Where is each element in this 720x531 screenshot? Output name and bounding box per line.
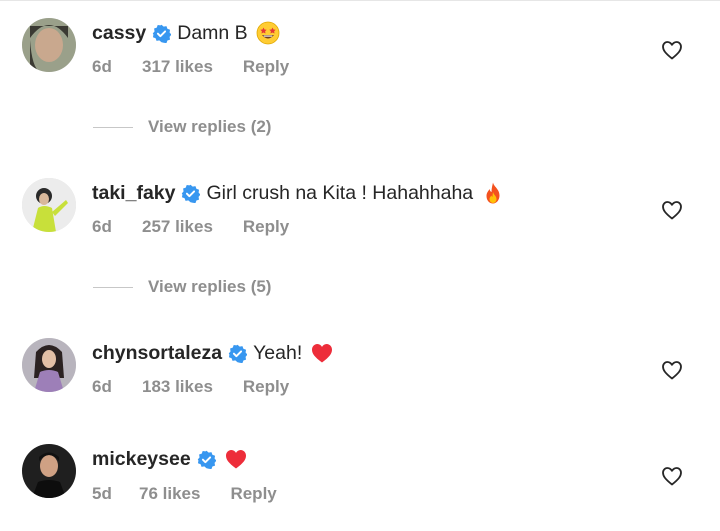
divider-line xyxy=(93,286,133,288)
like-heart-icon[interactable] xyxy=(660,358,684,382)
username[interactable]: cassy xyxy=(92,22,146,45)
fire-emoji-icon xyxy=(481,181,505,205)
view-replies-label: View replies (2) xyxy=(148,117,272,136)
reply-button[interactable]: Reply xyxy=(243,377,289,397)
comment-time: 5d xyxy=(92,484,112,503)
comment-mickeysee: mickeysee 5d 76 likes Reply xyxy=(0,428,720,508)
verified-badge-icon xyxy=(197,450,216,469)
view-replies-button[interactable]: View replies (2) xyxy=(93,117,271,137)
likes-count[interactable]: 257 likes xyxy=(142,217,213,237)
reply-button[interactable]: Reply xyxy=(230,484,276,504)
verified-badge-icon xyxy=(152,24,172,43)
red-heart-emoji-icon xyxy=(310,341,334,365)
likes-count[interactable]: 183 likes xyxy=(142,377,213,397)
comment-cassy: cassy Damn B 6d 317 likes Reply xyxy=(0,0,720,80)
red-heart-emoji-icon xyxy=(224,447,248,471)
comment-time: 6d xyxy=(92,57,112,76)
comment-time: 6d xyxy=(92,217,112,236)
verified-badge-icon xyxy=(228,344,248,363)
avatar[interactable] xyxy=(22,338,76,392)
view-replies-label: View replies (5) xyxy=(148,277,272,296)
like-heart-icon[interactable] xyxy=(660,38,684,62)
comment-text: Damn B xyxy=(177,21,248,44)
like-heart-icon[interactable] xyxy=(660,198,684,222)
verified-badge-icon xyxy=(181,184,201,203)
view-replies-button[interactable]: View replies (5) xyxy=(93,277,271,297)
star-struck-emoji-icon xyxy=(256,21,280,45)
likes-count[interactable]: 76 likes xyxy=(139,484,200,504)
like-heart-icon[interactable] xyxy=(660,464,684,488)
username[interactable]: taki_faky xyxy=(92,182,175,205)
comment-time: 6d xyxy=(92,377,112,396)
reply-button[interactable]: Reply xyxy=(243,57,289,77)
comment-text: Girl crush na Kita ! Hahahhaha xyxy=(206,181,474,204)
divider-line xyxy=(93,126,133,128)
avatar[interactable] xyxy=(22,18,76,72)
likes-count[interactable]: 317 likes xyxy=(142,57,213,77)
avatar[interactable] xyxy=(22,444,76,498)
comment-text: Yeah! xyxy=(253,341,303,364)
username[interactable]: chynsortaleza xyxy=(92,342,222,365)
username[interactable]: mickeysee xyxy=(92,448,191,471)
avatar[interactable] xyxy=(22,178,76,232)
comment-chynsortaleza: chynsortaleza Yeah! 6d 183 likes Reply xyxy=(0,320,720,400)
comment-taki-faky: taki_faky Girl crush na Kita ! Hahahhaha… xyxy=(0,160,720,240)
reply-button[interactable]: Reply xyxy=(243,217,289,237)
